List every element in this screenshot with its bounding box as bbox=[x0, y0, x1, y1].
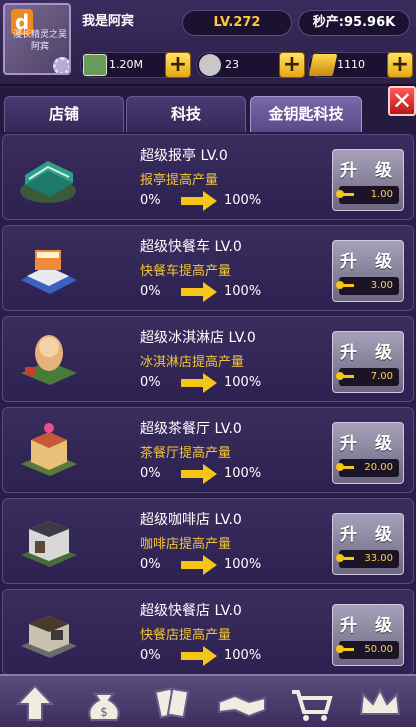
next-bonus: 100% bbox=[224, 557, 262, 572]
nav-upgrade[interactable] bbox=[2, 680, 68, 726]
arrow-right-icon bbox=[181, 373, 217, 393]
current-bonus: 0% bbox=[140, 557, 161, 572]
money-icon bbox=[83, 54, 107, 76]
item-description: 茶餐厅提高产量 bbox=[140, 446, 232, 461]
next-bonus: 100% bbox=[224, 648, 262, 663]
svg-text:$: $ bbox=[100, 705, 108, 719]
golden-key-icon bbox=[336, 554, 354, 562]
current-bonus: 0% bbox=[140, 375, 161, 390]
add-bag-button[interactable]: + bbox=[279, 52, 305, 78]
player-name: 我是阿宾 bbox=[82, 14, 135, 29]
golden-key-icon bbox=[336, 281, 354, 289]
up-arrow-icon bbox=[15, 684, 55, 721]
resource-cash: 1.20M + bbox=[80, 52, 191, 78]
list-item: 超级快餐车 LV.0 快餐车提高产量 0% 100% 升 级 3.00 bbox=[2, 225, 414, 311]
resource-bag: 23 + bbox=[196, 52, 305, 78]
money-bag-icon bbox=[199, 54, 221, 76]
list-item: 超级茶餐厅 LV.0 茶餐厅提高产量 0% 100% 升 级 20.00 bbox=[2, 407, 414, 493]
golden-key-icon bbox=[336, 463, 354, 471]
upgrade-button-label: 升 级 bbox=[340, 252, 398, 272]
upgrade-button[interactable]: 升 级 3.00 bbox=[332, 240, 404, 302]
item-description: 报亭提高产量 bbox=[140, 173, 219, 188]
upgrade-button[interactable]: 升 级 50.00 bbox=[332, 604, 404, 666]
production-rate: 秒产:95.96K bbox=[298, 10, 410, 36]
arrow-right-icon bbox=[181, 464, 217, 484]
arrow-right-icon bbox=[181, 555, 217, 575]
list-item: 超级冰淇淋店 LV.0 冰淇淋店提高产量 0% 100% 升 级 7.00 bbox=[2, 316, 414, 402]
shopping-cart-icon bbox=[292, 690, 333, 721]
upgrade-list[interactable]: 超级报亭 LV.0 报亭提高产量 0% 100% 升 级 1.00 超级快餐车 … bbox=[0, 134, 416, 674]
tab-tech[interactable]: 科技 bbox=[126, 96, 246, 132]
item-title: 超级冰淇淋店 LV.0 bbox=[140, 330, 256, 346]
crown-icon bbox=[359, 687, 401, 715]
item-description: 快餐车提高产量 bbox=[140, 264, 232, 279]
current-bonus: 0% bbox=[140, 193, 161, 208]
upgrade-button[interactable]: 升 级 1.00 bbox=[332, 149, 404, 211]
upgrade-button-label: 升 级 bbox=[340, 525, 398, 545]
next-bonus: 100% bbox=[224, 466, 262, 481]
list-item: 超级咖啡店 LV.0 咖啡店提高产量 0% 100% 升 级 33.00 bbox=[2, 498, 414, 584]
add-cash-button[interactable]: + bbox=[165, 52, 191, 78]
gold-value: 1110 bbox=[337, 58, 365, 71]
bag-value: 23 bbox=[225, 58, 239, 71]
resource-gold: 1110 + bbox=[308, 52, 413, 78]
avatar-watermark: 漫长精灵之吴阿宾 bbox=[12, 30, 67, 52]
tab-bar: 店铺 科技 金钥匙科技 bbox=[0, 88, 416, 134]
item-description: 咖啡店提高产量 bbox=[140, 537, 232, 552]
item-title: 超级咖啡店 LV.0 bbox=[140, 512, 242, 528]
arrow-right-icon bbox=[181, 646, 217, 666]
next-bonus: 100% bbox=[224, 284, 262, 299]
golden-key-icon bbox=[336, 645, 354, 653]
golden-key-icon bbox=[336, 372, 354, 380]
golden-key-icon bbox=[336, 190, 354, 198]
player-level: LV.272 bbox=[182, 10, 292, 36]
item-title: 超级快餐车 LV.0 bbox=[140, 239, 242, 255]
fast-food-shop-icon bbox=[21, 616, 77, 658]
ice-cream-shop-icon bbox=[21, 335, 77, 385]
money-bag-icon: $ bbox=[88, 693, 120, 721]
nav-ranking[interactable] bbox=[347, 680, 413, 726]
nav-deals[interactable] bbox=[209, 680, 275, 726]
cards-icon bbox=[154, 687, 190, 719]
kiosk-icon bbox=[20, 161, 76, 203]
item-description: 冰淇淋店提高产量 bbox=[140, 355, 245, 370]
list-item: 超级报亭 LV.0 报亭提高产量 0% 100% 升 级 1.00 bbox=[2, 134, 414, 220]
nav-money[interactable]: $ bbox=[71, 680, 137, 726]
bottom-nav: $ bbox=[0, 674, 416, 727]
current-bonus: 0% bbox=[140, 648, 161, 663]
close-button[interactable]: ✕ bbox=[388, 86, 416, 116]
item-title: 超级茶餐厅 LV.0 bbox=[140, 421, 242, 437]
upgrade-button[interactable]: 升 级 20.00 bbox=[332, 422, 404, 484]
tea-restaurant-icon bbox=[21, 423, 77, 476]
tab-golden-key-tech[interactable]: 金钥匙科技 bbox=[250, 96, 362, 132]
tab-shops[interactable]: 店铺 bbox=[4, 96, 124, 132]
coffee-shop-icon bbox=[21, 521, 77, 567]
nav-shop[interactable] bbox=[278, 680, 344, 726]
nav-cards[interactable] bbox=[140, 680, 206, 726]
next-bonus: 100% bbox=[224, 193, 262, 208]
upgrade-button[interactable]: 升 级 7.00 bbox=[332, 331, 404, 393]
arrow-right-icon bbox=[181, 191, 217, 211]
upgrade-button-label: 升 级 bbox=[340, 343, 398, 363]
handshake-icon bbox=[218, 694, 266, 718]
list-item: 超级快餐店 LV.0 快餐店提高产量 0% 100% 升 级 50.00 bbox=[2, 589, 414, 674]
item-title: 超级快餐店 LV.0 bbox=[140, 603, 242, 619]
top-bar: d 漫长精灵之吴阿宾 我是阿宾 LV.272 秒产:95.96K 1.20M +… bbox=[0, 0, 416, 86]
add-gold-button[interactable]: + bbox=[387, 52, 413, 78]
item-title: 超级报亭 LV.0 bbox=[140, 148, 228, 164]
current-bonus: 0% bbox=[140, 284, 161, 299]
upgrade-button[interactable]: 升 级 33.00 bbox=[332, 513, 404, 575]
gear-icon[interactable] bbox=[53, 57, 69, 73]
next-bonus: 100% bbox=[224, 375, 262, 390]
food-truck-icon bbox=[21, 250, 77, 294]
current-bonus: 0% bbox=[140, 466, 161, 481]
gold-bar-icon bbox=[308, 54, 338, 76]
arrow-right-icon bbox=[181, 282, 217, 302]
cash-value: 1.20M bbox=[109, 58, 143, 71]
upgrade-button-label: 升 级 bbox=[340, 434, 398, 454]
avatar[interactable]: d 漫长精灵之吴阿宾 bbox=[3, 3, 71, 75]
upgrade-button-label: 升 级 bbox=[340, 161, 398, 181]
upgrade-button-label: 升 级 bbox=[340, 616, 398, 636]
item-description: 快餐店提高产量 bbox=[140, 628, 232, 643]
